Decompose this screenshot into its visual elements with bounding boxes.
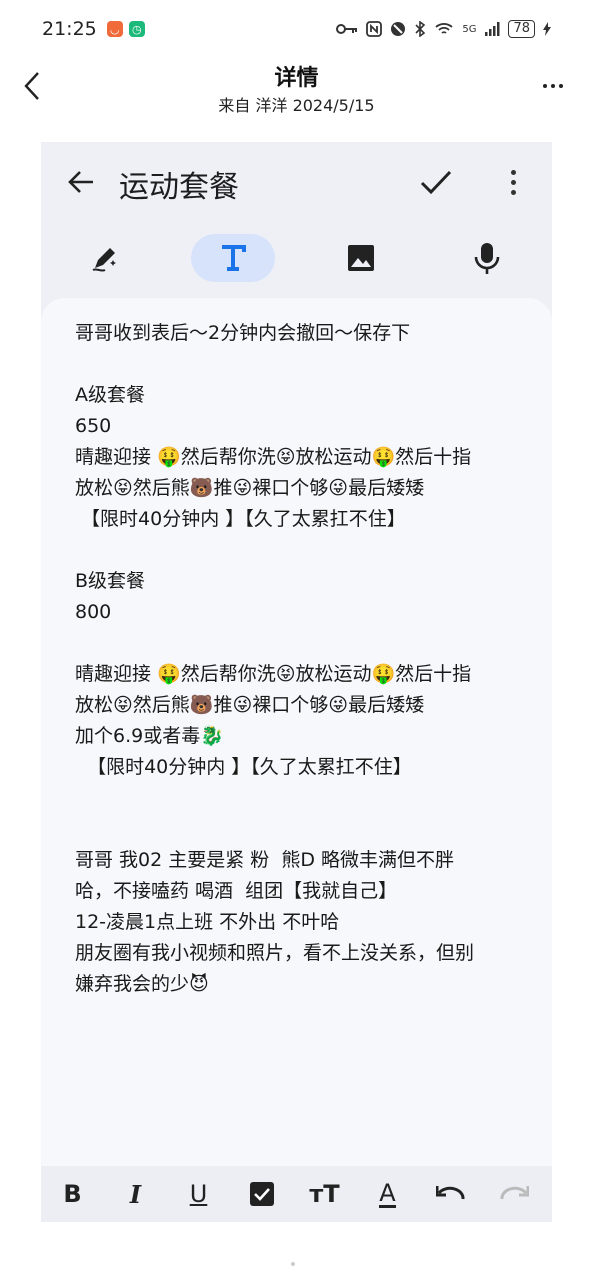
text-color-label: A [379, 1178, 396, 1208]
pen-sparkle-icon [92, 248, 116, 272]
undo-button[interactable] [419, 1166, 482, 1222]
more-dot [551, 84, 555, 88]
note-line: 放松😝然后熊🐻推😜裸口个够😜最后矮矮 [75, 477, 425, 499]
mute-icon [391, 22, 406, 36]
battery-indicator: 78 [508, 20, 535, 38]
page-subtitle: 来自 洋洋 2024/5/15 [218, 96, 375, 115]
note-editor[interactable]: 哥哥收到表后～2分钟内会撤回～保存下 A级套餐 650 晴趣迎接 🤑然后帮你洗😝… [41, 298, 552, 1168]
undo-icon [435, 1186, 465, 1200]
input-mode-bar [41, 234, 552, 286]
note-line: 【限时40分钟内 】【久了太累扛不住】 [75, 508, 406, 530]
underline-label: U [189, 1180, 208, 1208]
nfc-icon [366, 21, 383, 37]
text-size-button[interactable]: тT [293, 1166, 356, 1222]
page-title: 详情 [274, 66, 319, 91]
image-icon [348, 245, 374, 271]
status-icons: 5G 78 [336, 20, 551, 38]
more-dot [510, 179, 516, 185]
detail-header: 详情 来自 洋洋 2024/5/15 [0, 58, 593, 120]
note-line [75, 783, 522, 814]
bold-button[interactable]: B [41, 1166, 104, 1222]
redo-button[interactable] [482, 1166, 545, 1222]
more-dot [543, 84, 547, 88]
check-icon[interactable] [416, 162, 456, 202]
arrow-left-icon[interactable] [63, 164, 99, 200]
note-line: 【限时40分钟内 】【久了太累扛不住】 [75, 756, 412, 778]
note-line: 晴趣迎接 🤑然后帮你洗😝放松运动🤑然后十指 [75, 663, 472, 685]
text-t-icon [222, 245, 246, 271]
checkbox-icon [249, 1182, 274, 1206]
status-bar: 21:25 ◡ ◷ 5G 78 [0, 0, 593, 58]
note-line: 哥哥收到表后～2分钟内会撤回～保存下 [75, 322, 411, 344]
network-type: 5G [462, 23, 477, 35]
app-notification-icon: ◷ [128, 21, 145, 37]
note-toolbar: 运动套餐 [41, 142, 552, 222]
bluetooth-icon [415, 21, 426, 37]
note-line: 晴趣迎接 🤑然后帮你洗😝放松运动🤑然后十指 [75, 446, 472, 468]
note-more-button[interactable] [501, 164, 525, 200]
underline-button[interactable]: U [167, 1166, 230, 1222]
note-line: B级套餐 [75, 570, 146, 592]
note-line: 加个6.9或者毒🐉 [75, 725, 224, 747]
mode-text-button[interactable] [191, 234, 275, 282]
italic-button[interactable]: I [104, 1166, 167, 1222]
app-notification-icon: ◡ [106, 21, 123, 37]
note-line: 650 [75, 415, 112, 437]
note-line [75, 814, 522, 845]
note-line: 800 [75, 601, 112, 623]
checkbox-button[interactable] [230, 1166, 293, 1222]
note-line [75, 349, 522, 380]
more-dot [559, 84, 563, 88]
status-time: 21:25 [42, 18, 97, 40]
mode-voice-button[interactable] [445, 234, 529, 282]
note-line: 12-凌晨1点上班 不外出 不叶哈 [75, 911, 340, 933]
bold-label: B [63, 1180, 82, 1208]
note-line: A级套餐 [75, 384, 145, 406]
format-toolbar: B I U тT A [41, 1166, 552, 1222]
text-size-label: тT [309, 1180, 340, 1208]
shared-note-screenshot: 运动套餐 哥哥收到表后～2分钟内会撤回～保存下 A级套餐 650 晴趣迎接 🤑然… [41, 142, 552, 1222]
mode-image-button[interactable] [319, 234, 403, 282]
charging-icon [543, 22, 551, 36]
text-color-button[interactable]: A [356, 1166, 419, 1222]
more-dot [510, 189, 516, 195]
mode-handwriting-button[interactable] [63, 234, 147, 282]
note-line: 放松😝然后熊🐻推😜裸口个够😜最后矮矮 [75, 694, 425, 716]
wifi-icon [435, 23, 453, 34]
key-icon [336, 24, 358, 34]
signal-icon [485, 22, 500, 36]
more-options-button[interactable] [535, 72, 571, 100]
note-line: 哈，不接嗑药 喝酒 组团【我就自己】 [75, 880, 398, 902]
redo-icon [499, 1186, 529, 1200]
italic-label: I [129, 1179, 142, 1209]
microphone-icon [474, 243, 500, 274]
note-line: 哥哥 我02 主要是紧 粉 熊D 略微丰满但不胖 [75, 849, 455, 871]
note-line: 朋友圈有我小视频和照片，看不上没关系，但别 [75, 942, 475, 964]
note-line [75, 628, 522, 659]
note-line: 嫌弃我会的少😈 [75, 973, 209, 995]
more-dot [510, 169, 516, 175]
note-line [75, 535, 522, 566]
home-indicator [291, 1262, 295, 1266]
note-title[interactable]: 运动套餐 [119, 162, 239, 206]
